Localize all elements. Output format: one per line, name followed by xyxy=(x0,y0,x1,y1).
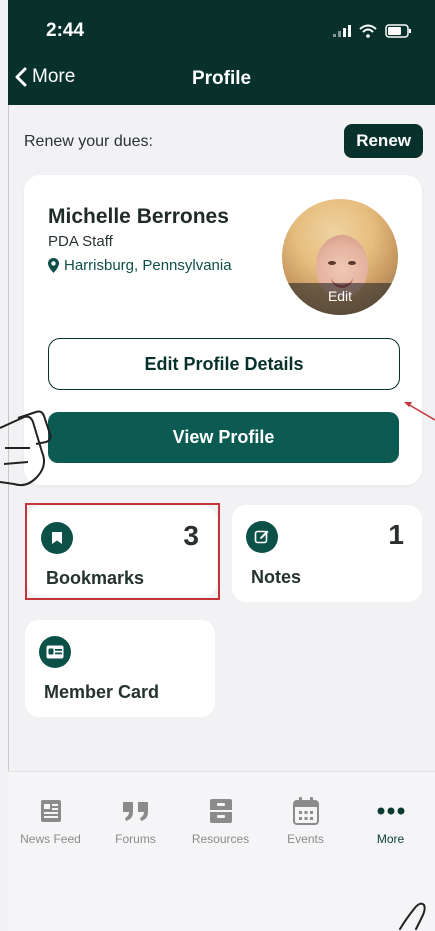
filing-cabinet-icon xyxy=(209,799,232,823)
tab-label: Forums xyxy=(115,832,156,846)
avatar-eye-left xyxy=(328,261,336,265)
status-time: 2:44 xyxy=(46,20,85,41)
avatar-edit-label[interactable]: Edit xyxy=(282,283,398,315)
pen-stroke-icon xyxy=(399,902,426,930)
profile-location: Harrisburg, Pennsylvania xyxy=(48,257,232,274)
tab-label: News Feed xyxy=(20,832,81,846)
renew-button[interactable]: Renew xyxy=(344,124,423,158)
renew-text: Renew your dues: xyxy=(24,133,153,150)
wifi-icon xyxy=(359,24,377,38)
tab-bar: News Feed Forums Resources Events More xyxy=(8,771,435,931)
page-title: Profile xyxy=(191,68,252,89)
tab-label: More xyxy=(376,832,405,846)
avatar-eye-right xyxy=(348,261,356,265)
edit-note-icon xyxy=(246,521,278,553)
signal-icon xyxy=(333,25,351,37)
tab-resources[interactable]: Resources xyxy=(178,772,263,846)
profile-role: PDA Staff xyxy=(48,233,113,250)
notes-tile[interactable]: 1 Notes xyxy=(232,505,422,602)
profile-card: Michelle Berrones PDA Staff Harrisburg, … xyxy=(24,175,422,485)
battery-icon xyxy=(385,24,411,38)
member-card-tile[interactable]: Member Card xyxy=(25,620,215,717)
tab-events[interactable]: Events xyxy=(263,772,348,846)
profile-name: Michelle Berrones xyxy=(48,205,229,228)
more-dots-icon xyxy=(377,807,404,815)
avatar[interactable]: Edit xyxy=(282,199,398,315)
view-profile-button[interactable]: View Profile xyxy=(48,412,399,463)
tab-label: Events xyxy=(287,832,324,846)
tab-more[interactable]: More xyxy=(348,772,433,846)
edit-profile-details-button[interactable]: Edit Profile Details xyxy=(48,338,400,390)
tab-forums[interactable]: Forums xyxy=(93,772,178,846)
tab-news-feed[interactable]: News Feed xyxy=(8,772,93,846)
quote-icon xyxy=(122,802,148,821)
id-card-icon xyxy=(39,636,71,668)
highlight-box xyxy=(25,503,220,600)
calendar-icon xyxy=(292,797,319,825)
location-pin-icon xyxy=(48,258,59,273)
member-card-label: Member Card xyxy=(44,682,160,702)
notes-count: 1 xyxy=(388,519,404,550)
location-text: Harrisburg, Pennsylvania xyxy=(64,257,232,274)
news-feed-icon xyxy=(40,800,61,822)
tab-label: Resources xyxy=(191,832,250,846)
red-arrow-icon xyxy=(404,402,435,421)
hand-pointer-icon xyxy=(0,410,52,487)
app-header: 2:44 More Profile xyxy=(8,0,435,105)
status-icons xyxy=(333,24,413,38)
notes-label: Notes xyxy=(251,567,302,587)
